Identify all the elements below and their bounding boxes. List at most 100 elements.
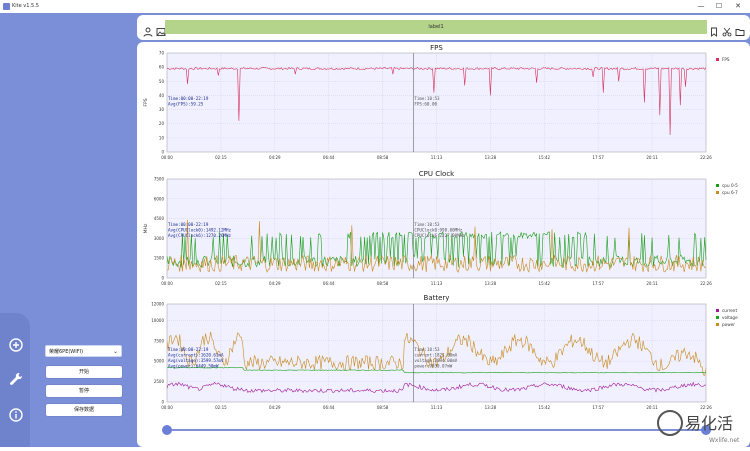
window-titlebar: Kite v1.5.5 — ☐ ✕ [0, 0, 750, 14]
legend-label: cpu 0-5 [722, 183, 738, 188]
x-tick-label: 15:42 [539, 405, 551, 410]
info-cursor-cpu: CPUClock6:2227.00MHz [414, 233, 465, 238]
y-tick-label: 0 [161, 150, 164, 155]
y-tick-label: 7500 [154, 177, 165, 182]
y-tick-label: 50 [159, 79, 165, 84]
y-axis-label: FPS [143, 98, 149, 106]
info-left-cpu: Avg(CPUClock0):1492.12MHz [168, 228, 232, 233]
wrench-icon[interactable] [8, 371, 24, 387]
y-tick-label: 1500 [154, 256, 165, 261]
y-tick-label: 7500 [154, 338, 165, 343]
info-cursor-fps: FPS:60.00 [414, 102, 437, 107]
y-tick-label: 0 [161, 400, 164, 405]
info-left-battery: Time:00:00-22:19 [168, 347, 209, 352]
sidebar-icon-strip [0, 313, 30, 447]
x-tick-label: 08:58 [377, 405, 389, 410]
x-tick-label: 11:13 [431, 405, 443, 410]
watermark-logo: 易化活 Wxlife.net [654, 405, 746, 445]
x-tick-label: 08:58 [377, 155, 389, 160]
y-tick-label: 60 [159, 65, 165, 70]
x-tick-label: 02:15 [215, 155, 227, 160]
legend-swatch [716, 316, 719, 319]
y-tick-label: 20 [159, 121, 165, 126]
legend-label: FPS [722, 57, 730, 62]
y-tick-label: 10000 [151, 318, 164, 323]
y-tick-label: 5000 [154, 359, 165, 364]
x-tick-label: 17:57 [592, 405, 604, 410]
info-cursor-battery: current:1821.00mA [414, 353, 457, 358]
x-tick-label: 06:44 [323, 281, 335, 286]
x-tick-label: 15:42 [539, 155, 551, 160]
x-tick-label: 13:28 [485, 155, 497, 160]
info-cursor-battery: power:9930.07mW [414, 364, 452, 369]
close-button[interactable]: ✕ [731, 1, 745, 12]
info-cursor-battery: Time:10:53 [414, 347, 440, 352]
x-tick-label: 13:28 [485, 281, 497, 286]
info-left-fps: Avg(FPS):59.25 [168, 102, 204, 107]
y-axis-label: MHz [143, 223, 149, 233]
info-left-fps: Time:00:00-22:19 [168, 96, 209, 101]
info-cursor-cpu: Time:10:53 [414, 222, 440, 227]
info-left-cpu: Avg(CPUClock6):1270.26MHz [168, 233, 232, 238]
x-tick-label: 15:42 [539, 281, 551, 286]
x-tick-label: 11:13 [431, 155, 443, 160]
chart-title-battery: Battery [424, 294, 450, 302]
x-tick-label: 04:29 [269, 155, 281, 160]
x-tick-label: 08:58 [377, 281, 389, 286]
info-cursor-fps: Time:10:53 [414, 96, 440, 101]
charts-canvas: FPS 0 10 20 30 40 50 60 70 00:00 02:15 04:29 06:44 08… [143, 44, 738, 435]
info-cursor-cpu: CPUClock0:998.00MHz [414, 228, 462, 233]
x-tick-label: 04:29 [269, 405, 281, 410]
watermark-url: Wxlife.net [709, 437, 740, 444]
legend-label: voltage [722, 315, 738, 320]
y-tick-label: 40 [159, 93, 165, 98]
add-icon[interactable] [8, 337, 24, 353]
x-tick-label: 22:26 [700, 281, 712, 286]
legend-swatch [716, 323, 719, 326]
legend-label: cpu 6-7 [722, 190, 738, 195]
y-tick-label: 12000 [151, 302, 164, 307]
x-tick-label: 02:15 [215, 281, 227, 286]
chart-title-cpu: CPU Clock [419, 170, 455, 178]
y-tick-label: 2500 [154, 379, 165, 384]
x-tick-label: 06:44 [323, 155, 335, 160]
x-tick-label: 13:28 [485, 405, 497, 410]
x-tick-label: 17:57 [592, 155, 604, 160]
window-title: Kite v1.5.5 [12, 3, 39, 9]
scissors-icon[interactable] [722, 22, 732, 37]
info-left-cpu: Time:00:00-22:19 [168, 222, 209, 227]
legend-label: current [722, 308, 737, 313]
chevron-down-icon: ⌄ [112, 348, 118, 355]
x-tick-label: 06:44 [323, 405, 335, 410]
info-left-battery: Avg(voltage):3599.57mV [168, 358, 224, 363]
y-tick-label: 4500 [154, 216, 165, 221]
legend-swatch [716, 309, 719, 312]
charts-panel: FPS 0 10 20 30 40 50 60 70 00:00 02:15 04:29 06:44 08… [137, 42, 750, 447]
app-icon [3, 3, 10, 10]
folder-icon[interactable] [735, 22, 745, 36]
x-tick-label: 00:00 [161, 281, 173, 286]
watermark-text: 易化活 [685, 414, 733, 433]
legend-swatch [716, 58, 719, 61]
y-tick-label: 70 [159, 51, 165, 56]
device-select[interactable]: 荣耀6PE(WIFI) ⌄ [45, 345, 122, 357]
start-button[interactable]: 开始 [46, 366, 122, 378]
x-tick-label: 17:57 [592, 281, 604, 286]
y-tick-label: 30 [159, 107, 165, 112]
info-cursor-battery: voltage:3894.00mV [414, 358, 457, 363]
chart-title-fps: FPS [430, 44, 443, 52]
save-data-button[interactable]: 保存数据 [46, 404, 122, 416]
y-tick-label: 0 [161, 276, 164, 281]
info-icon[interactable] [8, 407, 24, 423]
legend-label: power [722, 322, 735, 327]
minimize-button[interactable]: — [694, 1, 708, 12]
legend-swatch [716, 184, 719, 187]
x-tick-label: 20:11 [646, 155, 658, 160]
maximize-button[interactable]: ☐ [712, 1, 726, 12]
label1-bar: label1 [165, 20, 707, 34]
range-start-handle[interactable] [162, 425, 172, 435]
user-icon[interactable] [143, 22, 153, 37]
pause-button[interactable]: 暂停 [46, 385, 122, 397]
bookmark-icon[interactable] [709, 22, 719, 37]
x-tick-label: 02:15 [215, 405, 227, 410]
